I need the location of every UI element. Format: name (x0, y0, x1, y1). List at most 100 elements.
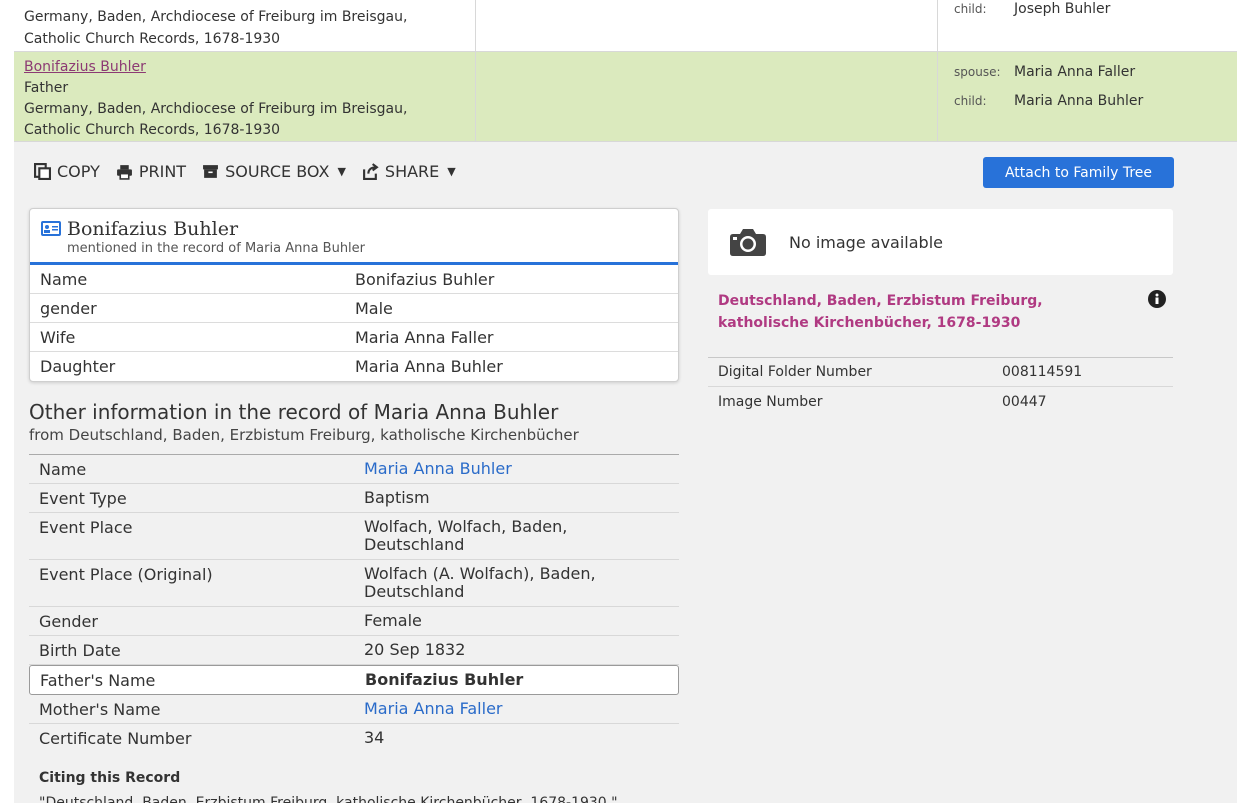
field-label: Image Number (718, 393, 823, 410)
relation-key: child: (954, 2, 987, 16)
info-icon[interactable] (1148, 290, 1166, 308)
field-value: 008114591 (1002, 364, 1083, 380)
camera-icon (730, 229, 766, 256)
relation-value: Joseph Buhler (1014, 1, 1111, 17)
field-value: 20 Sep 1832 (364, 640, 466, 659)
copy-label: COPY (57, 162, 100, 181)
field-value: Baptism (364, 488, 430, 507)
result-row: Germany, Baden, Archdiocese of Freiburg … (14, 0, 1237, 52)
daughter-link[interactable]: Maria Anna Buhler (355, 357, 503, 376)
value-line: Deutschland (364, 535, 465, 554)
no-image-box: No image available (708, 209, 1173, 275)
field-label: Wife (40, 327, 76, 347)
result-role: Father (24, 80, 69, 96)
record-detail-panel: COPY PRINT SOURCE BOX ▼ SHARE ▼ Attach t… (14, 142, 1237, 803)
person-card-subtitle: mentioned in the record of Maria Anna Bu… (67, 241, 366, 256)
field-value: Wolfach, Wolfach, Baden, Deutschland (364, 513, 679, 559)
table-row: Image Number 00447 (708, 387, 1173, 416)
field-value: 00447 (1002, 393, 1047, 410)
result-empty-cell (476, 52, 938, 141)
collection-title-link[interactable]: Deutschland, Baden, Erzbistum Freiburg, … (718, 290, 1098, 334)
collection-line: Catholic Church Records, 1678-1930 (24, 122, 281, 138)
person-card-header: Bonifazius Buhler mentioned in the recor… (30, 209, 678, 265)
value-line: Wolfach, Wolfach, Baden, (364, 517, 568, 536)
result-row-selected[interactable]: Bonifazius Buhler Father Germany, Baden,… (14, 52, 1237, 142)
person-field-row: Daughter Maria Anna Buhler (30, 352, 678, 381)
relation-key: spouse: (954, 64, 1001, 79)
collection-line: katholische Kirchenbücher, 1678-1930 (718, 315, 1021, 331)
attach-to-family-tree-button[interactable]: Attach to Family Tree (983, 157, 1174, 188)
search-results-table: Germany, Baden, Archdiocese of Freiburg … (14, 0, 1237, 142)
result-relations-cell: child: Joseph Buhler (938, 0, 1237, 51)
relation-value: Maria Anna Faller (1014, 63, 1136, 80)
result-name-link[interactable]: Bonifazius Buhler (24, 59, 146, 75)
relation-child: child: Joseph Buhler (954, 0, 1221, 20)
field-label: Certificate Number (39, 729, 192, 748)
citing-text: "Deutschland, Baden, Erzbistum Freiburg,… (39, 795, 618, 803)
field-label: Mother's Name (39, 700, 161, 719)
person-name-heading: Bonifazius Buhler (67, 218, 239, 240)
person-field-row: Name Bonifazius Buhler (30, 265, 678, 294)
field-label: Gender (39, 612, 98, 631)
relation-spouse: spouse: Maria Anna Faller (954, 57, 1221, 86)
collection-line: Deutschland, Baden, Erzbistum Freiburg, (718, 293, 1043, 309)
table-row: Gender Female (29, 607, 679, 636)
printer-icon (116, 165, 132, 180)
field-value: Female (364, 611, 422, 630)
wife-link[interactable]: Maria Anna Faller (355, 328, 494, 347)
print-button[interactable]: PRINT (116, 162, 186, 181)
record-toolbar: COPY PRINT SOURCE BOX ▼ SHARE ▼ (34, 162, 456, 181)
table-row: Mother's Name Maria Anna Faller (29, 695, 679, 724)
field-value: Male (355, 298, 393, 318)
caret-down-icon: ▼ (447, 165, 456, 178)
source-box-label: SOURCE BOX (225, 162, 330, 181)
person-field-row: gender Male (30, 294, 678, 323)
field-label: Event Type (39, 489, 127, 508)
field-label: Name (40, 269, 88, 289)
share-button[interactable]: SHARE ▼ (362, 162, 456, 181)
result-empty-cell (476, 0, 938, 51)
person-card: Bonifazius Buhler mentioned in the recor… (29, 208, 679, 382)
table-row: Birth Date 20 Sep 1832 (29, 636, 679, 665)
principal-name-link[interactable]: Maria Anna Buhler (364, 455, 679, 483)
table-row: Event Place (Original) Wolfach (A. Wolfa… (29, 560, 679, 607)
no-image-text: No image available (789, 232, 943, 252)
table-row: Event Place Wolfach, Wolfach, Baden, Deu… (29, 513, 679, 560)
relation-key: child: (954, 93, 987, 108)
field-label: Daughter (40, 357, 116, 376)
result-collection-cell: Bonifazius Buhler Father Germany, Baden,… (14, 52, 476, 141)
result-relations-cell: spouse: Maria Anna Faller child: Maria A… (938, 52, 1237, 141)
result-collection-cell: Germany, Baden, Archdiocese of Freiburg … (14, 0, 476, 51)
table-row-highlighted: Father's Name Bonifazius Buhler (29, 665, 679, 695)
share-icon (362, 163, 379, 180)
person-field-row: Wife Maria Anna Faller (30, 323, 678, 352)
field-label: Name (39, 460, 87, 479)
field-label: Birth Date (39, 641, 121, 660)
field-label: Event Place (39, 518, 133, 537)
table-row: Certificate Number 34 (29, 724, 679, 753)
box-icon (203, 165, 219, 178)
copy-icon (34, 163, 51, 180)
field-label: Digital Folder Number (718, 364, 872, 380)
source-box-button[interactable]: SOURCE BOX ▼ (202, 162, 346, 181)
collection-line: Germany, Baden, Archdiocese of Freiburg … (24, 101, 408, 117)
other-info-heading: Other information in the record of Maria… (29, 400, 559, 424)
other-info-table: Name Maria Anna Buhler Event Type Baptis… (29, 454, 679, 753)
field-value: 34 (364, 728, 385, 747)
copy-button[interactable]: COPY (34, 162, 100, 181)
field-label: Father's Name (40, 671, 156, 690)
mother-name-link[interactable]: Maria Anna Faller (364, 695, 679, 723)
relation-child: child: Maria Anna Buhler (954, 86, 1221, 115)
field-value: Wolfach (A. Wolfach), Baden, Deutschland (364, 560, 679, 606)
image-info-table: Digital Folder Number 008114591 Image Nu… (708, 357, 1173, 416)
other-info-subtitle: from Deutschland, Baden, Erzbistum Freib… (29, 426, 579, 444)
table-row: Event Type Baptism (29, 484, 679, 513)
print-label: PRINT (138, 162, 187, 181)
id-card-icon (41, 221, 61, 236)
value-line: Wolfach (A. Wolfach), Baden, (364, 564, 596, 583)
field-value: Bonifazius Buhler (365, 670, 524, 689)
relation-value: Maria Anna Buhler (1014, 92, 1144, 109)
caret-down-icon: ▼ (337, 165, 346, 178)
table-row: Digital Folder Number 008114591 (708, 358, 1173, 387)
collection-line: Germany, Baden, Archdiocese of Freiburg … (24, 9, 408, 25)
